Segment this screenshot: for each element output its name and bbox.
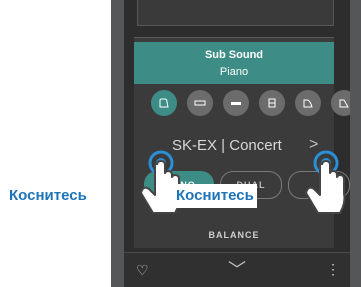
harpsichord-icon[interactable] <box>259 90 285 116</box>
balance-label: BALANCE <box>208 230 260 240</box>
bottom-bar: ♡ ﹀ ⋮ <box>124 252 350 287</box>
tap-callout-left: Коснитесь <box>6 184 90 208</box>
category-icons <box>151 90 350 118</box>
tap-hand-left-icon <box>140 150 181 214</box>
strings-icon[interactable] <box>295 90 321 116</box>
panel-subtitle: Piano <box>219 66 249 78</box>
electric-piano-icon[interactable] <box>187 90 213 116</box>
grand-piano-icon[interactable] <box>151 90 177 116</box>
menu-icon[interactable]: ⋮ <box>326 261 340 278</box>
panel-title: Sub Sound <box>204 49 264 61</box>
tap-hand-right-icon <box>305 150 346 214</box>
collapse-chevron-icon[interactable]: ﹀ <box>228 256 246 282</box>
current-sound-name[interactable]: SK-EX | Concert <box>172 137 282 154</box>
organ-icon[interactable] <box>223 90 249 116</box>
favorite-icon[interactable]: ♡ <box>136 262 149 279</box>
more-icon[interactable] <box>331 90 350 116</box>
tap-callout-right: Коснитесь <box>173 184 257 208</box>
previous-panel <box>137 0 334 26</box>
panel-header: Sub Sound Piano <box>134 42 334 84</box>
